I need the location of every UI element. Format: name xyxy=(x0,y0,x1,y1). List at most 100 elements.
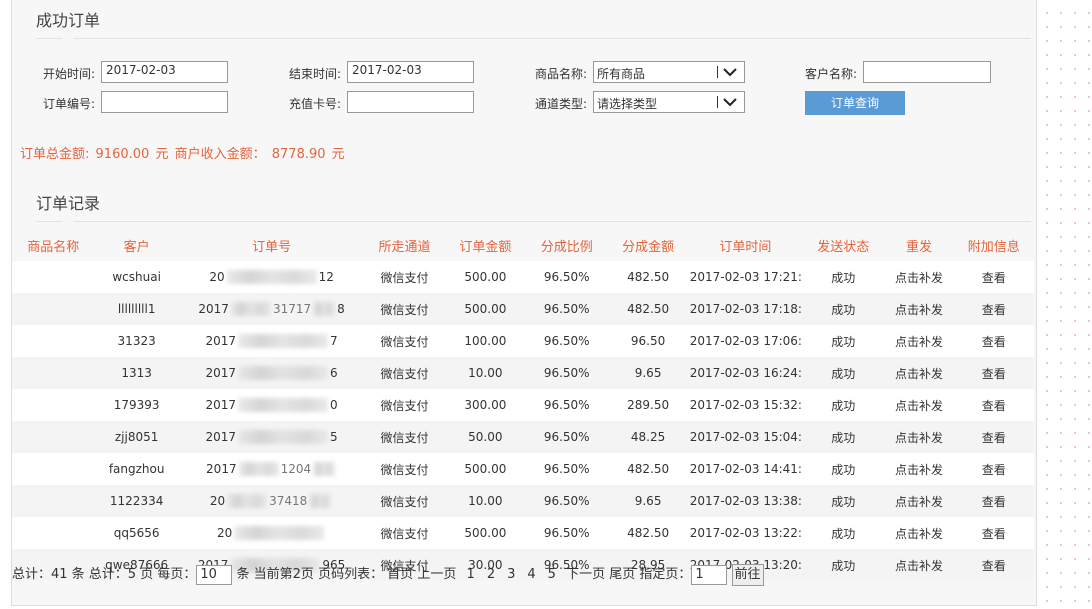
cell-customer: 1313 xyxy=(94,357,179,389)
pager-current-page: 当前第2页 xyxy=(253,567,314,582)
header-col-channel: 所走通道 xyxy=(364,230,445,261)
resend-link[interactable]: 点击补发 xyxy=(884,389,954,421)
cell-status: 成功 xyxy=(802,293,885,325)
title-notch xyxy=(62,221,74,227)
cell-status: 成功 xyxy=(802,389,885,421)
cell-order-number: 2017 6 xyxy=(178,357,365,389)
header-col-resend: 重发 xyxy=(884,230,954,261)
resend-link[interactable]: 点击补发 xyxy=(884,357,954,389)
pager-last-link[interactable]: 尾页 xyxy=(609,567,635,582)
cell-order-number: 20 37418 xyxy=(178,485,365,517)
cell-channel: 微信支付 xyxy=(364,261,445,293)
view-extra-link[interactable]: 查看 xyxy=(953,293,1034,325)
cell-channel: 微信支付 xyxy=(364,517,445,549)
card-number-input[interactable] xyxy=(347,91,474,113)
view-extra-link[interactable]: 查看 xyxy=(953,357,1034,389)
cell-product xyxy=(12,389,95,421)
order-number-prefix: 20 xyxy=(216,526,233,540)
order-number-input[interactable] xyxy=(101,91,228,113)
view-extra-link[interactable]: 查看 xyxy=(953,261,1034,293)
cell-channel: 微信支付 xyxy=(364,485,445,517)
page-number-link[interactable]: 3 xyxy=(507,567,515,582)
order-query-button[interactable]: 订单查询 xyxy=(805,91,905,115)
product-select[interactable]: 所有商品 xyxy=(593,61,745,83)
view-extra-link[interactable]: 查看 xyxy=(953,485,1034,517)
order-number-suffix: 8 xyxy=(337,302,345,316)
cell-share: 289.50 xyxy=(607,389,689,421)
cell-ratio: 96.50% xyxy=(526,293,608,325)
order-number-prefix: 2017 xyxy=(205,334,237,348)
table-row: 1122334 20 37418 微信支付 10.00 96.50% 9.65 2017-02… xyxy=(12,485,1034,517)
total-amount-value: 9160.00 xyxy=(95,147,150,162)
cell-amount: 500.00 xyxy=(444,453,527,485)
order-number-prefix: 20 xyxy=(209,494,226,508)
pager-goto-label: 指定页： xyxy=(639,567,692,582)
customer-name-label: 客户名称: xyxy=(805,67,858,81)
dotted-background xyxy=(1036,0,1092,609)
pager-prev-link[interactable]: 上一页 xyxy=(417,567,456,582)
channel-type-label: 通道类型: xyxy=(535,97,588,111)
order-number-prefix: 2017 xyxy=(205,366,237,380)
order-number-prefix: 2017 xyxy=(206,462,237,476)
cell-ratio: 96.50% xyxy=(526,357,608,389)
resend-link[interactable]: 点击补发 xyxy=(884,549,954,581)
resend-link[interactable]: 点击补发 xyxy=(884,261,954,293)
pager-list-label: 页码列表： xyxy=(318,567,384,582)
resend-link[interactable]: 点击补发 xyxy=(884,485,954,517)
order-number: 2017 5 xyxy=(206,430,338,444)
cell-share: 48.25 xyxy=(607,421,689,453)
order-number-middle: 1204 xyxy=(280,462,312,476)
pager-first-link[interactable]: 首页 xyxy=(387,567,413,582)
page-number-link[interactable]: 1 xyxy=(467,567,475,582)
page-number-link[interactable]: 2 xyxy=(487,567,495,582)
start-time-input[interactable]: 2017-02-03 xyxy=(101,61,228,83)
view-extra-link[interactable]: 查看 xyxy=(953,517,1034,549)
order-number: 2017 6 xyxy=(206,366,338,380)
header-col-extra: 附加信息 xyxy=(953,230,1034,261)
order-number-label: 订单编号: xyxy=(43,97,96,111)
cell-share: 482.50 xyxy=(607,453,689,485)
cell-product xyxy=(12,453,95,485)
view-extra-link[interactable]: 查看 xyxy=(953,325,1034,357)
order-number: 2017 1204 xyxy=(206,462,337,476)
pager-next-link[interactable]: 下一页 xyxy=(566,567,605,582)
resend-link[interactable]: 点击补发 xyxy=(884,453,954,485)
card-number-label: 充值卡号: xyxy=(289,97,342,111)
pager-page-numbers: 12345 xyxy=(461,567,562,582)
income-amount-unit: 元 xyxy=(331,147,345,162)
order-number-suffix: 6 xyxy=(330,366,338,380)
end-time-input[interactable]: 2017-02-03 xyxy=(347,61,474,83)
view-extra-link[interactable]: 查看 xyxy=(953,549,1034,581)
view-extra-link[interactable]: 查看 xyxy=(953,389,1034,421)
goto-page-button[interactable]: 前往 xyxy=(731,563,764,586)
income-amount-value: 8778.90 xyxy=(271,147,326,162)
resend-link[interactable]: 点击补发 xyxy=(884,517,954,549)
redacted-mask xyxy=(238,366,329,380)
cell-channel: 微信支付 xyxy=(364,325,445,357)
page-number-link[interactable]: 4 xyxy=(527,567,535,582)
redacted-mask xyxy=(313,302,336,316)
cell-status: 成功 xyxy=(802,485,885,517)
resend-link[interactable]: 点击补发 xyxy=(884,421,954,453)
cell-time: 2017-02-03 15:32:31 xyxy=(688,389,803,421)
cell-order-number: 2017 1204 xyxy=(178,453,365,485)
channel-select-value: 请选择类型 xyxy=(597,97,658,111)
view-extra-link[interactable]: 查看 xyxy=(953,453,1034,485)
table-row: 31323 2017 7 微信支付 100.00 96.50% 96.50 2017-02-0… xyxy=(12,325,1034,357)
cell-ratio: 96.50% xyxy=(526,389,608,421)
order-number: 2017 0 xyxy=(206,398,338,412)
resend-link[interactable]: 点击补发 xyxy=(884,293,954,325)
customer-name-input[interactable] xyxy=(863,61,991,83)
redacted-mask xyxy=(238,462,279,476)
view-extra-link[interactable]: 查看 xyxy=(953,421,1034,453)
page-number-link[interactable]: 5 xyxy=(548,567,556,582)
resend-link[interactable]: 点击补发 xyxy=(884,325,954,357)
goto-page-input[interactable]: 1 xyxy=(691,564,728,585)
redacted-mask xyxy=(238,334,329,348)
channel-select[interactable]: 请选择类型 xyxy=(593,91,745,113)
per-page-input[interactable]: 10 xyxy=(196,564,233,585)
cell-status: 成功 xyxy=(802,421,885,453)
cell-customer: wcshuai xyxy=(94,261,179,293)
cell-customer: zjj8051 xyxy=(94,421,179,453)
product-name-label: 商品名称: xyxy=(535,67,588,81)
